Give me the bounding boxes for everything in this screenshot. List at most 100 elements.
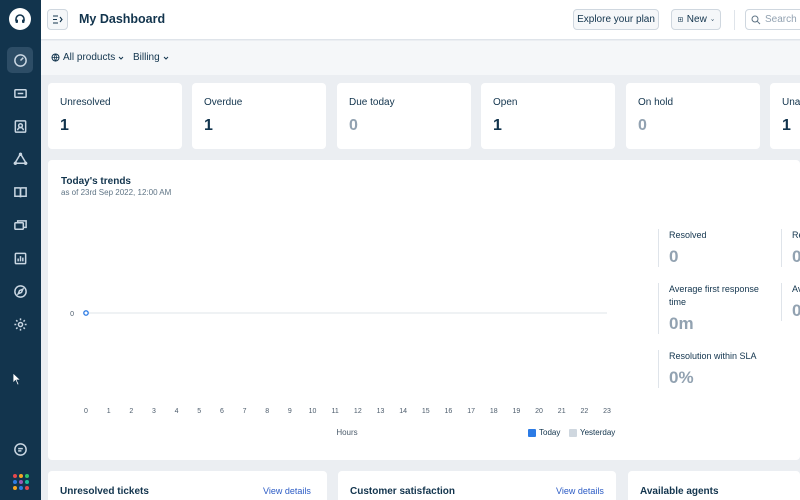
globe-icon: [51, 53, 60, 62]
metric-average-first-response-time: Average first response time 0m: [658, 283, 768, 334]
menu-collapse-icon: [53, 15, 63, 24]
sidebar-item-tickets[interactable]: [7, 80, 33, 106]
chevron-down-icon: [163, 56, 169, 60]
metric-resolved: Resolved 0: [658, 229, 768, 267]
view-details-link[interactable]: View details: [556, 486, 604, 496]
chat-icon: [13, 442, 27, 456]
divider: [734, 10, 735, 30]
todays-trends-card: Today's trends as of 23rd Sep 2022, 12:0…: [48, 160, 800, 460]
sidebar-item-knowledge-base[interactable]: [7, 179, 33, 205]
x-axis-label: Hours: [336, 428, 357, 437]
customer-satisfaction-card: Customer satisfaction View details: [338, 471, 616, 500]
metric-resolution-within-sla: Resolution within SLA 0%: [658, 350, 778, 388]
stat-card-unassigned[interactable]: Una 1: [770, 83, 800, 149]
metric-label: Average first response time: [669, 284, 759, 307]
stat-value: 0: [638, 117, 647, 134]
sidebar-item-settings[interactable]: [7, 311, 33, 337]
stat-label: Una: [782, 97, 800, 108]
x-tick-label: 2: [129, 408, 133, 415]
stat-value: 1: [493, 117, 502, 134]
y-tick-label: 0: [70, 311, 74, 318]
metric-label: Re: [792, 230, 800, 240]
x-tick-label: 1: [107, 408, 111, 415]
tickets-icon: [13, 88, 27, 98]
card-title: Unresolved tickets: [60, 486, 149, 497]
logo-icon[interactable]: [9, 8, 31, 30]
mouse-cursor-icon: [12, 372, 22, 386]
x-tick-label: 20: [535, 408, 543, 415]
card-title: Available agents: [640, 486, 719, 497]
legend-label: Yesterday: [580, 428, 616, 437]
x-tick-label: 6: [220, 408, 224, 415]
x-tick-label: 7: [243, 408, 247, 415]
x-tick-label: 3: [152, 408, 156, 415]
conversations-icon: [13, 219, 27, 230]
stat-label: Due today: [349, 97, 395, 108]
search-icon: [751, 15, 761, 24]
legend-yesterday[interactable]: Yesterday: [569, 428, 615, 437]
x-tick-label: 14: [399, 408, 407, 415]
x-tick-label: 17: [467, 408, 475, 415]
sidebar-item-discover[interactable]: [7, 278, 33, 304]
x-tick-label: 18: [490, 408, 498, 415]
x-tick-label: 19: [512, 408, 520, 415]
x-tick-label: 21: [558, 408, 566, 415]
x-tick-label: 10: [309, 408, 317, 415]
groups-icon: [13, 151, 27, 165]
x-tick-label: 9: [288, 408, 292, 415]
new-button[interactable]: New: [671, 9, 721, 30]
stat-value: 1: [782, 117, 791, 134]
explore-plan-button[interactable]: Explore your plan: [573, 9, 659, 30]
dashboard-icon: [13, 53, 27, 67]
apps-icon[interactable]: [13, 474, 29, 490]
new-button-label: New: [686, 14, 707, 25]
stat-card-unresolved[interactable]: Unresolved 1: [48, 83, 182, 149]
x-tick-label: 8: [265, 408, 269, 415]
metric-value: 0%: [669, 368, 694, 387]
stat-card-on-hold[interactable]: On hold 0: [626, 83, 760, 149]
metric-label: Resolution within SLA: [669, 351, 757, 361]
x-tick-label: 22: [580, 408, 588, 415]
sidebar-item-dashboard[interactable]: [7, 47, 33, 73]
x-tick-label: 13: [377, 408, 385, 415]
page-title: My Dashboard: [79, 12, 166, 26]
sidebar-item-contacts[interactable]: [7, 113, 33, 139]
metric-value: 0: [792, 247, 800, 267]
x-tick-label: 5: [197, 408, 201, 415]
plus-square-icon: [678, 17, 683, 22]
sidebar-toggle-button[interactable]: [47, 9, 68, 30]
sidebar-item-conversations[interactable]: [7, 212, 33, 238]
metric-label: Resolved: [669, 230, 707, 240]
sidebar-item-groups[interactable]: [7, 146, 33, 172]
card-title: Customer satisfaction: [350, 486, 456, 497]
stat-label: Unresolved: [60, 97, 111, 108]
available-agents-card: Available agents: [628, 471, 800, 500]
stat-value: 1: [60, 117, 69, 134]
data-point-today[interactable]: [83, 310, 89, 316]
products-filter-dropdown[interactable]: All products: [51, 52, 124, 63]
view-details-link[interactable]: View details: [263, 486, 311, 496]
left-sidebar: [0, 0, 41, 500]
stat-value: 0: [349, 117, 358, 134]
sidebar-item-reports[interactable]: [7, 245, 33, 271]
stat-value: 1: [204, 117, 213, 134]
stat-label: Open: [493, 97, 518, 108]
legend-label: Today: [539, 428, 561, 437]
x-tick-label: 12: [354, 408, 362, 415]
contacts-icon: [14, 119, 26, 133]
x-tick-label: 11: [332, 408, 339, 415]
legend-today[interactable]: Today: [528, 428, 560, 437]
stat-card-overdue[interactable]: Overdue 1: [192, 83, 326, 149]
legend-swatch: [569, 428, 577, 437]
search-input[interactable]: Search: [745, 9, 800, 30]
trends-chart: 0 0 1 2 3 4 5 6 7 8 9 10 11 12 13 14 15 16 17 18 19 20 21 22 23…: [70, 310, 611, 437]
metric-average-resolution-time: Av 0: [781, 283, 800, 321]
sidebar-item-chat[interactable]: [7, 436, 33, 462]
billing-filter-dropdown[interactable]: Billing: [133, 52, 169, 63]
x-tick-label: 4: [175, 408, 179, 415]
legend-swatch: [528, 428, 536, 437]
stat-card-open[interactable]: Open 1: [481, 83, 615, 149]
metric-reopened: Re 0: [781, 229, 800, 267]
x-tick-label: 16: [445, 408, 453, 415]
stat-card-due-today[interactable]: Due today 0: [337, 83, 471, 149]
